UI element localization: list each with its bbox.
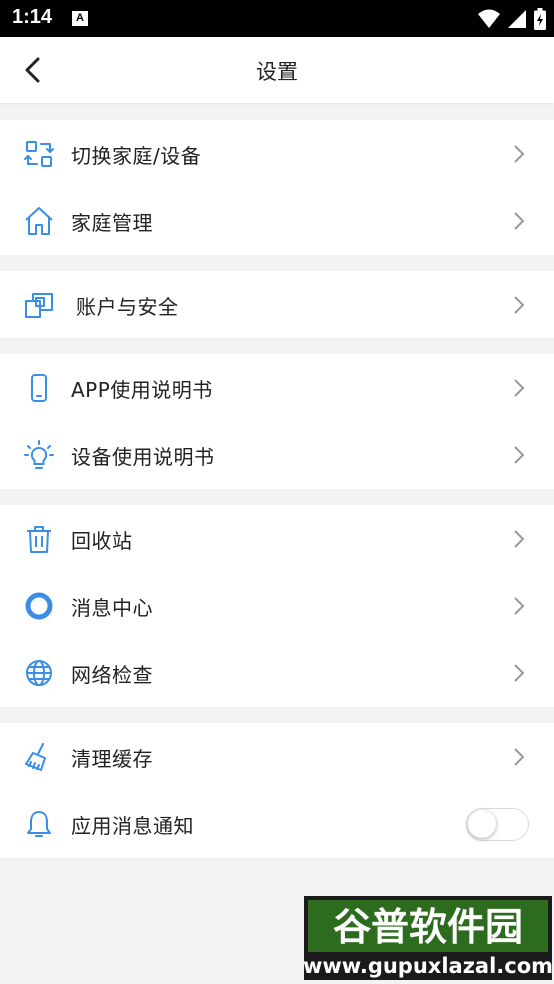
row-home-management[interactable]: 家庭管理 [0,187,554,254]
row-label: 回收站 [71,529,133,553]
settings-group-home: 切换家庭/设备 家庭管理 [0,120,554,255]
chevron-right-icon [514,748,525,766]
row-label: 消息中心 [71,596,153,620]
trash-icon [27,526,51,553]
row-label: 网络检查 [71,663,153,687]
message-ring-icon [25,592,53,620]
row-label: 家庭管理 [71,211,153,235]
battery-icon [534,8,546,30]
chevron-right-icon [514,446,525,464]
watermark-logo: 谷普软件园 www.gupuxlazal.com [304,896,552,980]
row-app-manual[interactable]: APP使用说明书 [0,354,554,421]
bell-icon [27,811,51,837]
row-label: 设备使用说明书 [71,445,215,469]
watermark-url: www.gupuxlazal.com [304,954,552,978]
lightbulb-icon [24,440,54,469]
account-security-icon [25,293,53,318]
row-label: 应用消息通知 [71,814,194,838]
settings-group-app: 清理缓存 应用消息通知 [0,723,554,858]
wifi-icon [478,9,500,28]
status-bar: 1:14 A [0,0,554,37]
globe-icon [26,660,52,686]
chevron-right-icon [514,145,525,163]
switch-home-device-icon [24,141,54,167]
row-account-security[interactable]: 账户与安全 [0,271,554,338]
chevron-right-icon [514,664,525,682]
row-recycle-bin[interactable]: 回收站 [0,505,554,572]
chevron-right-icon [514,212,525,230]
row-label: 切换家庭/设备 [71,144,202,168]
row-device-manual[interactable]: 设备使用说明书 [0,421,554,488]
settings-group-account: 账户与安全 [0,271,554,338]
row-app-notifications: 应用消息通知 [0,790,554,857]
notification-badge-icon: A [72,11,88,26]
broom-icon [25,743,46,771]
row-label: 账户与安全 [76,295,179,319]
watermark-name: 谷普软件园 [333,905,523,949]
notification-toggle[interactable] [466,808,529,841]
chevron-right-icon [514,530,525,548]
app-header: 设置 [0,37,554,103]
phone-icon [31,374,47,402]
row-label: APP使用说明书 [71,378,213,402]
settings-group-tools: 回收站 消息中心 网络检查 [0,505,554,707]
settings-group-manuals: APP使用说明书 设备使用说明书 [0,354,554,489]
row-switch-home-device[interactable]: 切换家庭/设备 [0,120,554,187]
row-label: 清理缓存 [71,747,153,771]
signal-icon [508,10,526,28]
chevron-right-icon [514,597,525,615]
row-network-check[interactable]: 网络检查 [0,639,554,706]
system-icons [478,8,546,30]
page-title: 设置 [256,60,298,84]
toggle-knob [468,810,496,838]
status-time: 1:14 [12,6,53,28]
chevron-right-icon [514,379,525,397]
row-message-center[interactable]: 消息中心 [0,572,554,639]
home-icon [25,207,53,235]
row-clear-cache[interactable]: 清理缓存 [0,723,554,790]
chevron-right-icon [514,296,525,314]
